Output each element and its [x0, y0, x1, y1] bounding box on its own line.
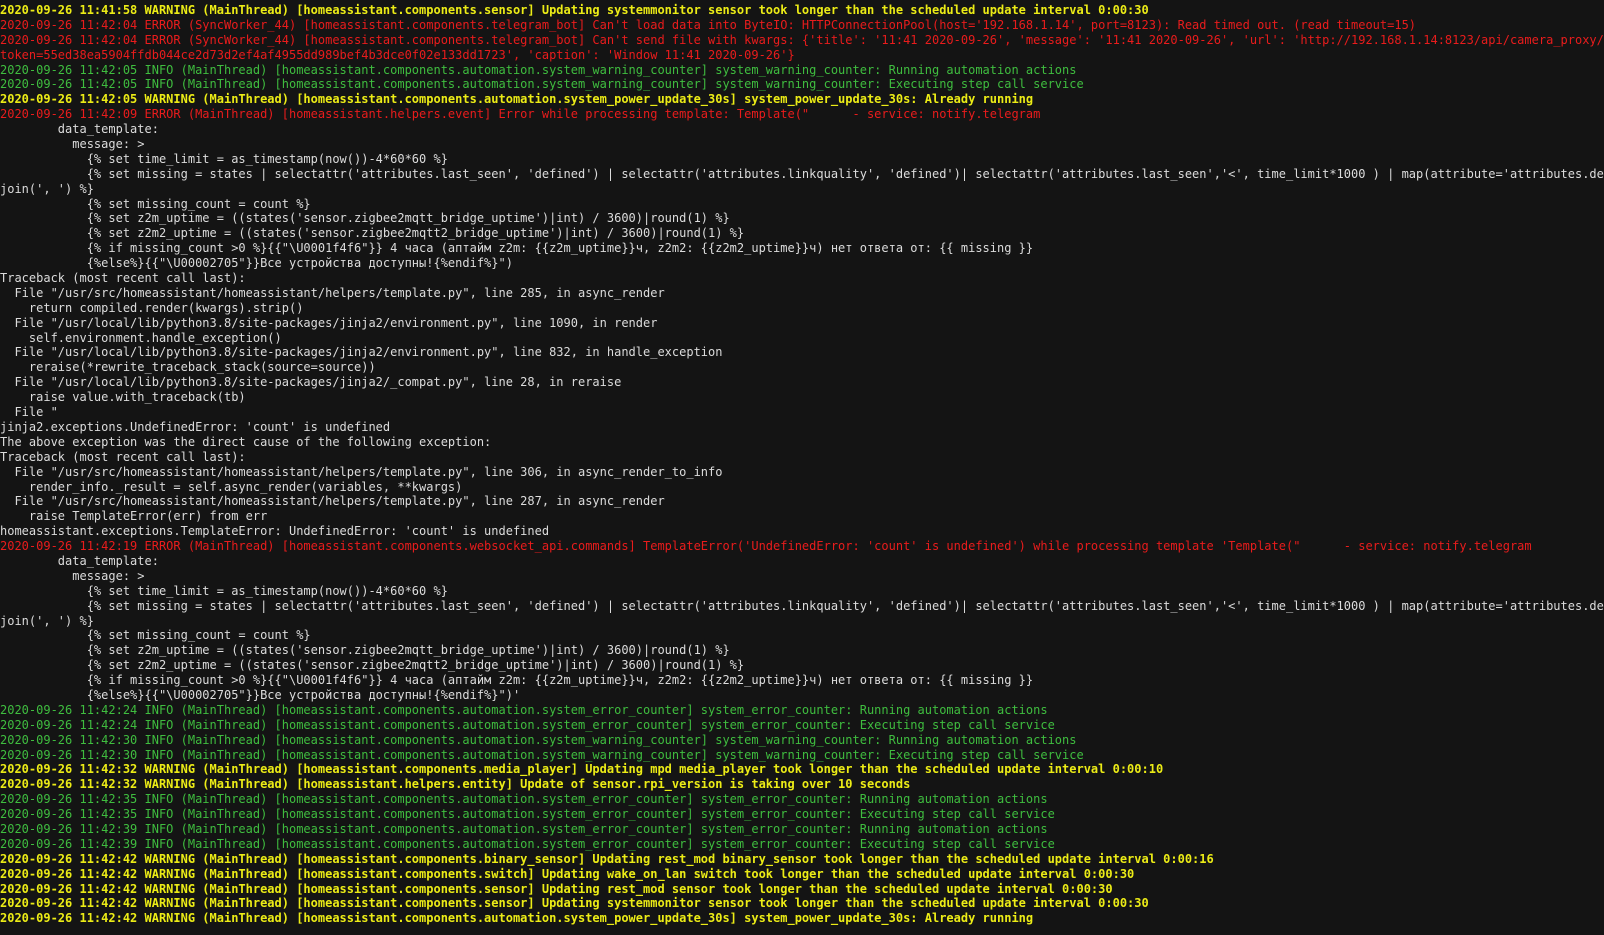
log-line-plain: return compiled.render(kwargs).strip()	[0, 300, 304, 315]
log-line-plain: File "/usr/src/homeassistant/homeassista…	[0, 494, 665, 509]
log-line-plain: {% set z2m_uptime = ((states('sensor.zig…	[0, 643, 730, 658]
log-line-warning: 2020-09-26 11:42:42 WARNING (MainThread)…	[0, 881, 1113, 896]
log-line-plain: raise TemplateError(err) from err	[0, 509, 268, 524]
log-line-plain: {% set z2m2_uptime = ((states('sensor.zi…	[0, 658, 745, 673]
log-line-warning: 2020-09-26 11:42:42 WARNING (MainThread)…	[0, 911, 1034, 926]
log-line-info: 2020-09-26 11:42:39 INFO (MainThread) [h…	[0, 821, 1048, 836]
log-line-plain: join(', ') %}	[0, 613, 94, 628]
log-line-warning: 2020-09-26 11:42:05 WARNING (MainThread)…	[0, 92, 1034, 107]
log-line-warning: 2020-09-26 11:42:32 WARNING (MainThread)…	[0, 777, 911, 792]
log-line-info: 2020-09-26 11:42:24 INFO (MainThread) [h…	[0, 717, 1055, 732]
log-line-warning: 2020-09-26 11:42:32 WARNING (MainThread)…	[0, 762, 1164, 777]
log-line-plain: data_template:	[0, 553, 159, 568]
log-line-plain: File "/usr/local/lib/python3.8/site-pack…	[0, 345, 723, 360]
log-line-info: 2020-09-26 11:42:30 INFO (MainThread) [h…	[0, 747, 1084, 762]
log-line-warning: 2020-09-26 11:41:58 WARNING (MainThread)…	[0, 3, 1149, 17]
log-line-warning: 2020-09-26 11:42:42 WARNING (MainThread)…	[0, 851, 1214, 866]
log-line-error: 2020-09-26 11:42:09 ERROR (MainThread) […	[0, 107, 1041, 122]
log-line-plain: homeassistant.exceptions.TemplateError: …	[0, 524, 550, 539]
log-line-info: 2020-09-26 11:42:05 INFO (MainThread) [h…	[0, 62, 1077, 77]
log-line-plain: File "/usr/local/lib/python3.8/site-pack…	[0, 315, 658, 330]
log-line-error: 2020-09-26 11:42:04 ERROR (SyncWorker_44…	[0, 32, 1604, 47]
log-line-plain: message: >	[0, 137, 145, 152]
log-line-warning: 2020-09-26 11:42:42 WARNING (MainThread)…	[0, 896, 1149, 911]
log-line-plain: render_info._result = self.async_render(…	[0, 479, 463, 494]
log-line-plain: {% set z2m2_uptime = ((states('sensor.zi…	[0, 226, 745, 241]
log-line-info: 2020-09-26 11:42:05 INFO (MainThread) [h…	[0, 77, 1084, 92]
log-line-plain: Traceback (most recent call last):	[0, 449, 246, 464]
log-line-plain: self.environment.handle_exception()	[0, 330, 282, 345]
log-line-plain: {% set missing_count = count %}	[0, 196, 311, 211]
log-line-error: 2020-09-26 11:42:19 ERROR (MainThread) […	[0, 539, 1532, 554]
log-line-plain: File "	[0, 405, 58, 420]
log-line-plain: {% set time_limit = as_timestamp(now())-…	[0, 151, 448, 166]
log-line-plain: {% if missing_count >0 %}{{"\U0001f4f6"}…	[0, 673, 1034, 688]
log-line-plain: join(', ') %}	[0, 181, 94, 196]
log-output[interactable]: 2020-09-26 11:41:58 WARNING (MainThread)…	[0, 3, 1604, 935]
log-line-plain: Traceback (most recent call last):	[0, 271, 246, 286]
log-line-plain: message: >	[0, 568, 145, 583]
log-line-warning: 2020-09-26 11:42:42 WARNING (MainThread)…	[0, 866, 1135, 881]
log-line-info: 2020-09-26 11:42:30 INFO (MainThread) [h…	[0, 732, 1077, 747]
log-line-plain: jinja2.exceptions.UndefinedError: 'count…	[0, 419, 391, 434]
log-line-plain: {% set missing = states | selectattr('at…	[0, 598, 1604, 613]
log-line-plain: {% if missing_count >0 %}{{"\U0001f4f6"}…	[0, 241, 1034, 256]
log-line-plain: {% set missing = states | selectattr('at…	[0, 166, 1604, 181]
log-line-plain: data_template:	[0, 122, 159, 137]
log-line-info: 2020-09-26 11:42:35 INFO (MainThread) [h…	[0, 792, 1048, 807]
log-line-plain: The above exception was the direct cause…	[0, 434, 492, 449]
log-line-info: 2020-09-26 11:42:35 INFO (MainThread) [h…	[0, 807, 1055, 822]
log-line-error: 2020-09-26 11:42:04 ERROR (SyncWorker_44…	[0, 17, 1417, 32]
log-line-plain: raise value.with_traceback(tb)	[0, 390, 246, 405]
log-line-plain: {%else%}{{"\U00002705"}}Все устройства д…	[0, 687, 521, 702]
log-line-info: 2020-09-26 11:42:39 INFO (MainThread) [h…	[0, 836, 1055, 851]
log-line-plain: {% set z2m_uptime = ((states('sensor.zig…	[0, 211, 730, 226]
log-line-plain: reraise(*rewrite_traceback_stack(source=…	[0, 360, 376, 375]
log-line-plain: File "/usr/local/lib/python3.8/site-pack…	[0, 375, 622, 390]
log-line-plain: {% set time_limit = as_timestamp(now())-…	[0, 583, 448, 598]
log-line-info: 2020-09-26 11:42:24 INFO (MainThread) [h…	[0, 702, 1048, 717]
log-line-plain: {% set missing_count = count %}	[0, 628, 311, 643]
log-line-plain: File "/usr/src/homeassistant/homeassista…	[0, 285, 665, 300]
log-line-error: token=55ed38ea5904ffdb044ce2d73d2ef4af49…	[0, 47, 795, 62]
log-line-plain: File "/usr/src/homeassistant/homeassista…	[0, 464, 723, 479]
log-line-plain: {%else%}{{"\U00002705"}}Все устройства д…	[0, 256, 513, 271]
